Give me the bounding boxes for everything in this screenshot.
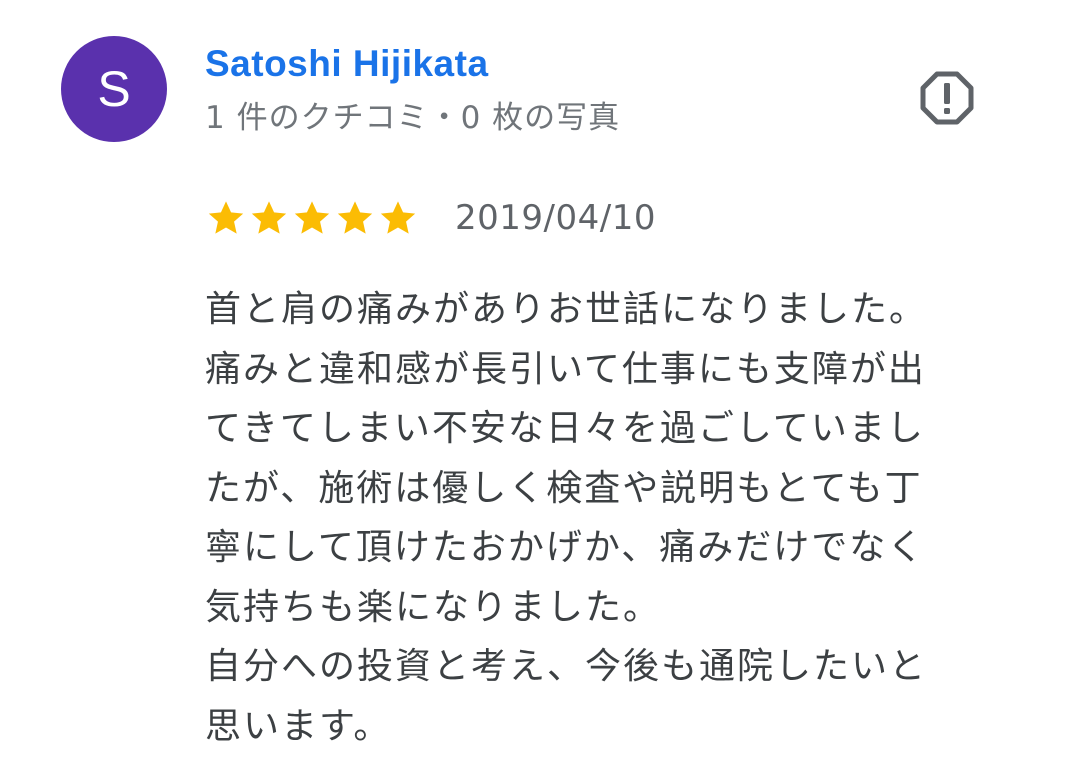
- star-icon: [294, 201, 330, 234]
- review-date: 2019/04/10: [455, 198, 656, 238]
- star-icon: [380, 201, 416, 234]
- reviewer-meta: 1 件のクチコミ・0 枚の写真: [205, 100, 621, 136]
- avatar-initial: S: [97, 61, 131, 117]
- review-text-line: 痛みと違和感が長引いて仕事にも支障が出: [205, 348, 926, 390]
- star-icon: [337, 201, 373, 234]
- review-text-line: 首と肩の痛みがありお世話になりました。: [205, 289, 928, 330]
- review-text-line: 寧にして頂けたおかげか、痛みだけでなく: [205, 527, 926, 568]
- review-text: 首と肩の痛みがありお世話になりました。 痛みと違和感が長引いて仕事にも支障が出 …: [205, 280, 1055, 756]
- review-text-line: てきてしまい不安な日々を過ごしていまし: [205, 408, 925, 449]
- report-icon: [920, 71, 974, 125]
- review-text-line: 思います。: [205, 705, 392, 747]
- reviewer-name[interactable]: Satoshi Hijikata: [205, 42, 489, 86]
- star-icon: [208, 201, 244, 234]
- star-rating: [205, 197, 419, 239]
- avatar[interactable]: S: [61, 36, 167, 142]
- rating-row: 2019/04/10: [205, 196, 656, 240]
- star-icon: [251, 201, 287, 234]
- review-text-line: たが、施術は優しく検査や説明もとても丁: [205, 467, 923, 509]
- report-button[interactable]: [915, 66, 979, 130]
- review-text-line: 自分への投資と考え、今後も通院したいと: [205, 646, 928, 687]
- review-text-line: 気持ちも楽になりました。: [205, 586, 662, 628]
